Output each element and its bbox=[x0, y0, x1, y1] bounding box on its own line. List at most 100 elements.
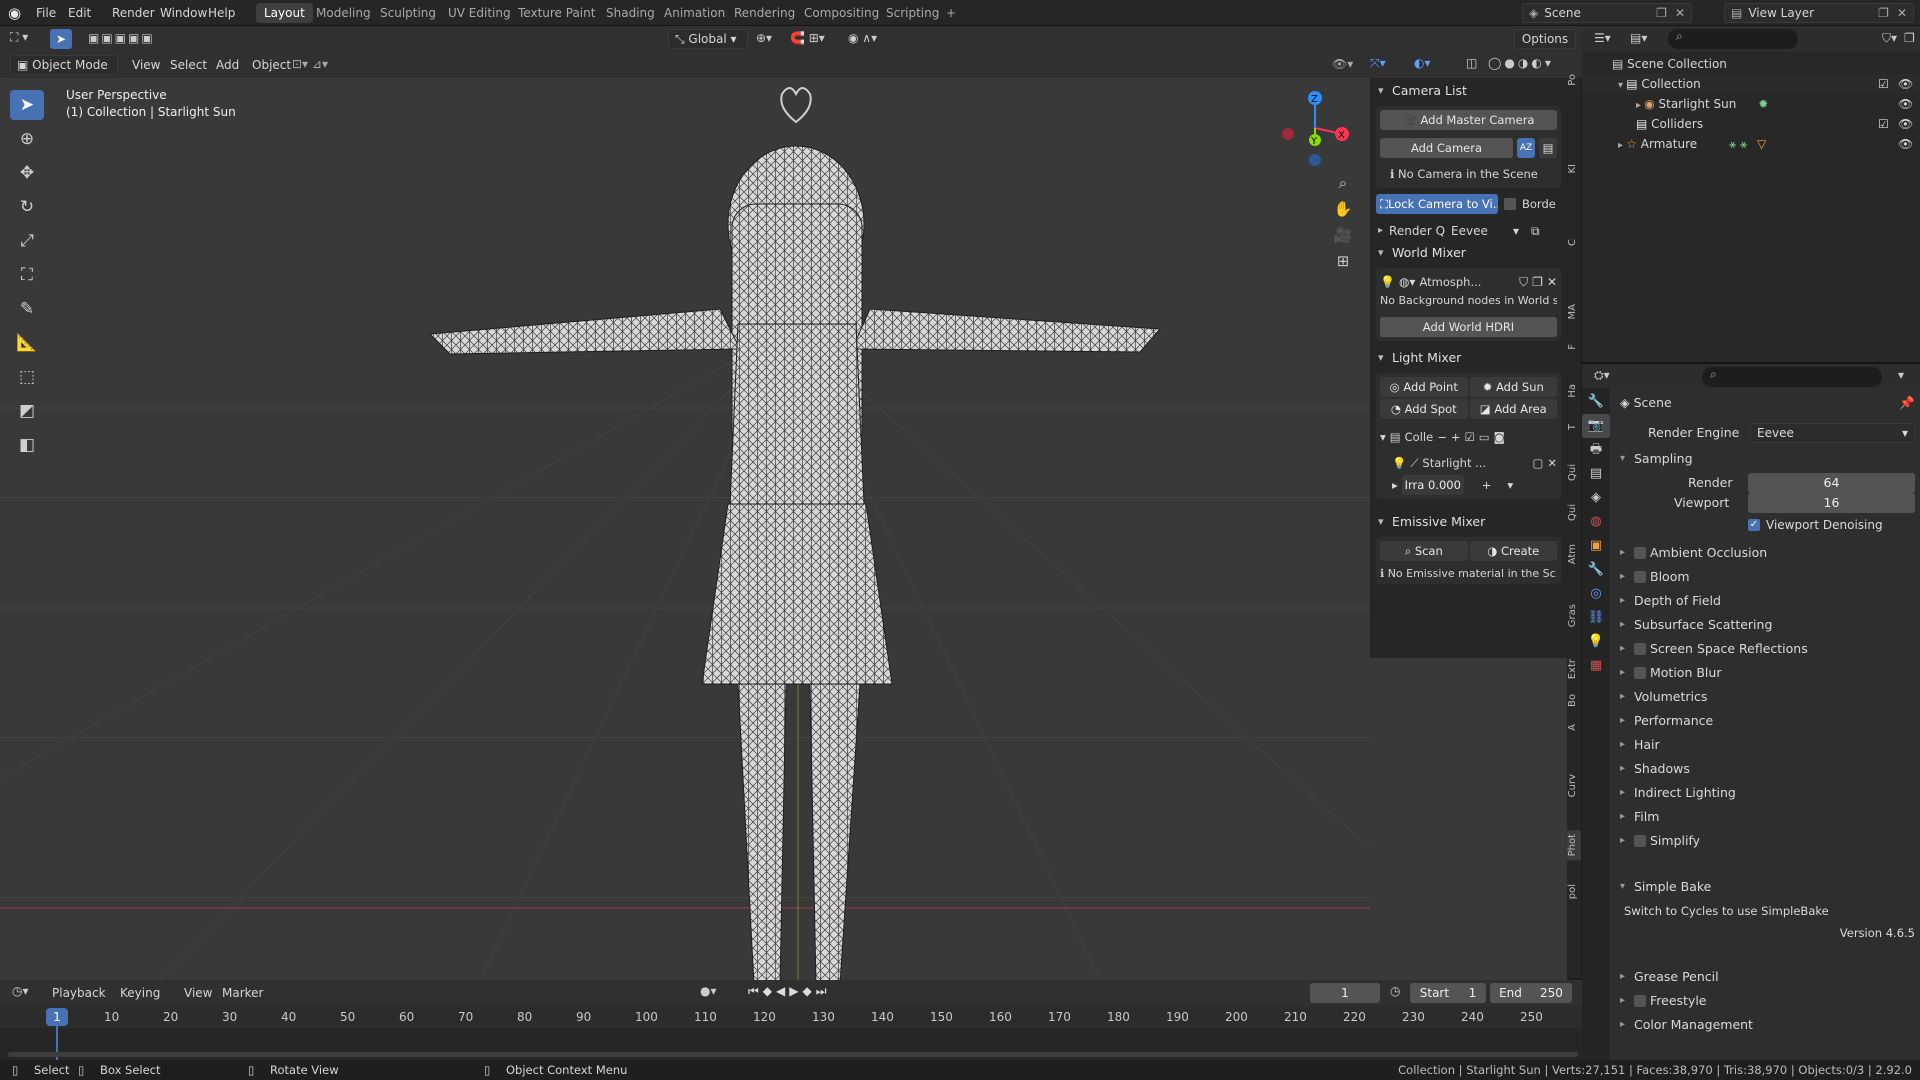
menu-file[interactable]: File bbox=[36, 4, 56, 22]
rotate-tool-icon[interactable]: ↻ bbox=[10, 192, 44, 222]
menu-edit[interactable]: Edit bbox=[68, 4, 91, 22]
expand-icon[interactable]: ▾ bbox=[1380, 430, 1386, 444]
timeline[interactable]: 1 10 20 30 40 50 60 70 80 90 100 110 120 130 140 150 16… bbox=[0, 1006, 1582, 1060]
chevron-down-icon[interactable]: ▾ bbox=[1507, 478, 1513, 492]
sidebar-tab-13[interactable]: A bbox=[1567, 720, 1581, 735]
extra-tool-icon[interactable]: ◩ bbox=[10, 396, 44, 426]
xray-icon[interactable]: ◫ bbox=[1466, 56, 1477, 70]
chevron-down-icon[interactable]: ▾ bbox=[1898, 368, 1904, 382]
snap-icon[interactable]: 🧲 ⊞▾ bbox=[790, 31, 825, 45]
expand-arrow-icon[interactable]: ▸ bbox=[1620, 758, 1625, 780]
mode-dropdown[interactable]: ▣ Object Mode ▾ bbox=[10, 55, 118, 90]
sidebar-tab-3[interactable]: MA bbox=[1567, 300, 1581, 323]
add-area-button[interactable]: ◪ Add Area bbox=[1469, 399, 1557, 419]
tab-layout[interactable]: Layout bbox=[256, 3, 313, 23]
menu-window[interactable]: Window bbox=[160, 4, 207, 22]
sidebar-tab-11[interactable]: Extr bbox=[1567, 655, 1581, 683]
light-bulb-icon[interactable]: 💡 bbox=[1392, 456, 1406, 470]
cursor-tool-icon[interactable]: ⊕ bbox=[10, 124, 44, 154]
add-camera-button[interactable]: Add Camera bbox=[1380, 138, 1513, 158]
close-icon[interactable]: ✕ bbox=[1897, 4, 1907, 22]
lock-camera-button[interactable]: ⛶Lock Camera to Vi... bbox=[1376, 194, 1498, 214]
options-dropdown[interactable]: Options ▾ bbox=[1514, 29, 1576, 64]
scale-tool-icon[interactable]: ⤢ bbox=[10, 226, 44, 256]
add-world-hdri-button[interactable]: Add World HDRI bbox=[1380, 317, 1557, 337]
new-collection-icon[interactable]: ❐ bbox=[1904, 31, 1915, 45]
simple-bake-header[interactable]: ▾ Simple Bake bbox=[1620, 876, 1915, 898]
shading-mode-icons[interactable]: ◯●◑◐▾ bbox=[1488, 56, 1554, 70]
panel-film[interactable]: ▸ Film bbox=[1620, 806, 1915, 828]
tool-tab-icon[interactable]: 🔧 bbox=[1582, 390, 1610, 414]
expand-arrow-icon[interactable]: ▸ bbox=[1620, 734, 1625, 756]
expand-icon[interactable]: ▾ bbox=[1618, 80, 1626, 91]
viewport-menu-select[interactable]: Select bbox=[170, 56, 207, 74]
select-box-tool-icon[interactable]: ➤ bbox=[10, 90, 44, 120]
panel-shadows[interactable]: ▸ Shadows bbox=[1620, 758, 1915, 780]
sidebar-tab-4[interactable]: F bbox=[1567, 340, 1581, 354]
mesh-triangle-icon[interactable]: ▽ bbox=[1757, 137, 1766, 151]
panel-subsurface-scattering[interactable]: ▸ Subsurface Scattering bbox=[1620, 614, 1915, 636]
view-layer-tab-icon[interactable]: ▤ bbox=[1582, 462, 1610, 486]
world-mixer-header[interactable]: World Mixer bbox=[1370, 242, 1567, 264]
expand-icon[interactable]: ▸ bbox=[1618, 140, 1626, 151]
scene-tab-icon[interactable]: ◈ bbox=[1582, 486, 1610, 510]
copy-icon[interactable]: ⧉ bbox=[1531, 220, 1540, 242]
record-icon[interactable]: ●▾ bbox=[700, 984, 717, 998]
sidebar-tab-0[interactable]: Po bbox=[1567, 70, 1581, 90]
expand-arrow-icon[interactable]: ▸ bbox=[1620, 966, 1625, 988]
outliner-search-input[interactable]: ⌕ bbox=[1668, 29, 1798, 49]
duplicate-icon[interactable]: ❐ bbox=[1878, 4, 1889, 22]
expand-arrow-icon[interactable]: ▸ bbox=[1620, 566, 1625, 588]
playhead[interactable]: 1 bbox=[46, 1008, 68, 1026]
add-spot-button[interactable]: ◔ Add Spot bbox=[1380, 399, 1468, 419]
sidebar-tab-1[interactable]: KI bbox=[1567, 160, 1581, 178]
object-tab-icon[interactable]: ▣ bbox=[1582, 534, 1610, 558]
armature-data-icon[interactable]: ⚹ ⚹ bbox=[1729, 137, 1747, 151]
playback-controls-icons[interactable]: ⏮◆◀▶◆⏭ bbox=[748, 984, 831, 999]
sidebar-tab-6[interactable]: T bbox=[1567, 420, 1581, 434]
world-icon[interactable]: ◍▾ bbox=[1399, 275, 1416, 289]
outliner-item-armature[interactable]: ▸ ☆ Armature ⚹ ⚹ ▽ 👁 bbox=[1582, 134, 1920, 154]
tab-rendering[interactable]: Rendering bbox=[726, 3, 803, 23]
sun-data-icon[interactable]: ✹ bbox=[1758, 97, 1768, 111]
sidebar-tab-14[interactable]: Curv bbox=[1567, 770, 1581, 801]
extra-tool-2-icon[interactable]: ◧ bbox=[10, 430, 44, 460]
viewport-menu-view[interactable]: View bbox=[132, 56, 160, 74]
camera-list-icon[interactable]: ▤ bbox=[1539, 138, 1557, 158]
visibility-icon[interactable]: 👁▾ bbox=[1332, 57, 1368, 71]
panel-enable-checkbox[interactable] bbox=[1634, 667, 1646, 679]
annotate-tool-icon[interactable]: ✎ bbox=[10, 294, 44, 324]
render-tab-icon[interactable]: 📷 bbox=[1582, 414, 1610, 438]
constraints-tab-icon[interactable]: ⛓ bbox=[1582, 606, 1610, 630]
camera-list-header[interactable]: Camera List bbox=[1370, 80, 1567, 102]
modifier-tab-icon[interactable]: 🔧 bbox=[1582, 558, 1610, 582]
viewport-menu-object[interactable]: Object bbox=[252, 56, 291, 74]
sidebar-tab-2[interactable]: C bbox=[1567, 235, 1581, 250]
eye-icon[interactable]: 👁 bbox=[1898, 134, 1913, 154]
panel-bloom[interactable]: ▸ Bloom bbox=[1620, 566, 1915, 588]
scan-button[interactable]: ⌕ Scan bbox=[1380, 541, 1468, 561]
output-tab-icon[interactable]: 🖶 bbox=[1582, 438, 1610, 462]
shield-icon[interactable]: ⛉ bbox=[1519, 275, 1528, 290]
panel-enable-checkbox[interactable] bbox=[1634, 835, 1646, 847]
render-engine-dropdown[interactable]: Eevee ▾ bbox=[1750, 423, 1915, 443]
exclude-checkbox-icon[interactable]: ☑ bbox=[1878, 114, 1889, 134]
expand-icon[interactable]: ▸ bbox=[1636, 100, 1644, 111]
timeline-menu-marker[interactable]: Marker bbox=[222, 984, 263, 1002]
outliner-item-collection[interactable]: ▾ ▤ Collection ☑ 👁 bbox=[1582, 74, 1920, 94]
ortho-grid-icon[interactable]: ⊞ bbox=[1330, 248, 1356, 274]
expand-arrow-icon[interactable]: ▸ bbox=[1620, 638, 1625, 660]
border-checkbox[interactable] bbox=[1504, 198, 1516, 210]
menu-help[interactable]: Help bbox=[208, 4, 235, 22]
selection-mode-icons[interactable]: ▣▣▣▣▣ bbox=[88, 31, 155, 45]
create-button[interactable]: ◑ Create bbox=[1469, 541, 1557, 561]
menu-render[interactable]: Render bbox=[112, 4, 155, 22]
timeline-menu-keying[interactable]: Keying bbox=[120, 984, 160, 1002]
sidebar-tab-7[interactable]: Qui bbox=[1567, 460, 1581, 485]
outliner-item-colliders[interactable]: ▤ Colliders ☑ 👁 bbox=[1582, 114, 1920, 134]
render-camera-icon[interactable]: ◙ bbox=[1494, 430, 1505, 444]
sidebar-tab-8[interactable]: Qui bbox=[1567, 500, 1581, 525]
panel-grease-pencil[interactable]: ▸ Grease Pencil bbox=[1620, 966, 1915, 988]
irradiance-field[interactable]: Irra 0.000 bbox=[1401, 475, 1464, 495]
viewport-menu-add[interactable]: Add bbox=[216, 56, 239, 74]
